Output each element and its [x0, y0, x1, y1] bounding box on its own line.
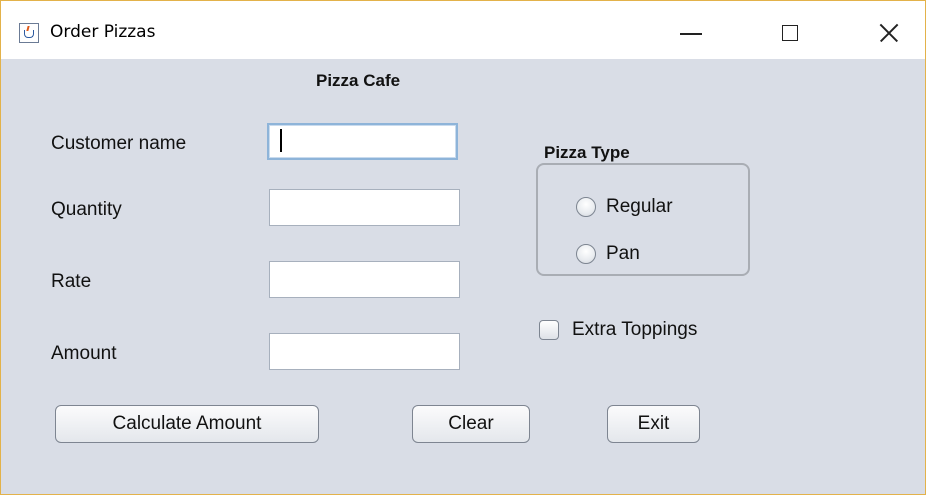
- amount-input[interactable]: [269, 333, 460, 370]
- text-cursor: [280, 129, 282, 152]
- quantity-input[interactable]: [269, 189, 460, 226]
- extra-toppings-box[interactable]: [539, 320, 559, 340]
- extra-toppings-checkbox[interactable]: Extra Toppings: [539, 319, 697, 341]
- minimize-icon[interactable]: [668, 11, 714, 51]
- radio-pan[interactable]: Pan: [576, 243, 640, 265]
- pizza-type-title: Pizza Type: [544, 143, 630, 162]
- clear-button[interactable]: Clear: [412, 405, 530, 443]
- calculate-amount-button[interactable]: Calculate Amount: [55, 405, 319, 443]
- title-bar[interactable]: Order Pizzas: [1, 1, 925, 59]
- radio-pan-label: Pan: [606, 243, 640, 264]
- form-heading: Pizza Cafe: [316, 71, 401, 90]
- quantity-label: Quantity: [51, 199, 122, 220]
- customer-name-label: Customer name: [51, 133, 187, 154]
- extra-toppings-label: Extra Toppings: [572, 319, 698, 340]
- radio-regular-button[interactable]: [576, 197, 596, 217]
- pizza-type-group: [536, 163, 750, 276]
- exit-button[interactable]: Exit: [607, 405, 700, 443]
- close-icon[interactable]: [867, 11, 913, 51]
- java-cup-icon: [19, 23, 39, 43]
- rate-input[interactable]: [269, 261, 460, 298]
- amount-label: Amount: [51, 343, 117, 364]
- maximize-icon[interactable]: [768, 11, 814, 51]
- radio-regular-label: Regular: [606, 196, 673, 217]
- customer-name-input[interactable]: [267, 123, 458, 160]
- app-window: Order Pizzas Pizza Cafe Customer name Qu…: [0, 0, 926, 495]
- window-title: Order Pizzas: [50, 22, 156, 42]
- radio-pan-button[interactable]: [576, 244, 596, 264]
- rate-label: Rate: [51, 271, 92, 292]
- radio-regular[interactable]: Regular: [576, 196, 673, 218]
